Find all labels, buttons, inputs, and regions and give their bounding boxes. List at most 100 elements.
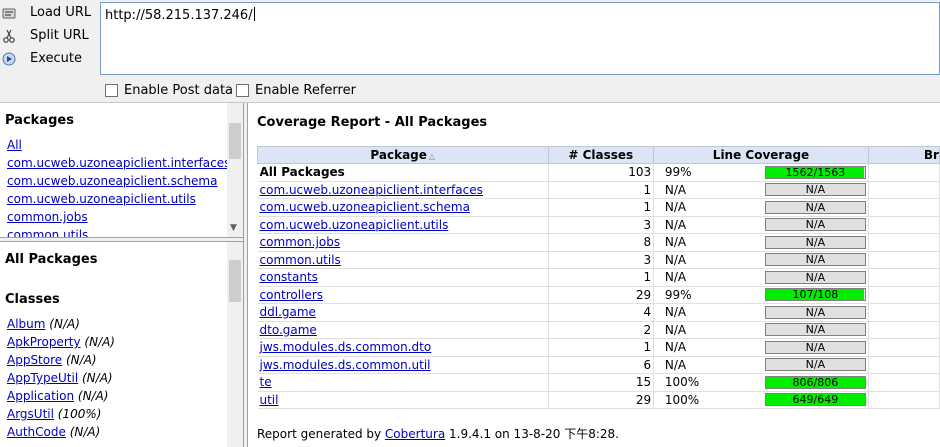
cobertura-link[interactable]: Cobertura bbox=[385, 427, 445, 441]
table-row: dto.game 2 N/A N/A bbox=[257, 321, 940, 339]
package-row-link[interactable]: common.jobs bbox=[260, 235, 341, 249]
branch-coverage-cell bbox=[868, 181, 940, 199]
package-row-link[interactable]: te bbox=[260, 375, 272, 389]
scroll-down-arrow-icon[interactable]: ▼ bbox=[230, 223, 237, 233]
enable-referrer-checkbox[interactable]: Enable Referrer bbox=[236, 83, 356, 98]
class-coverage: (N/A) bbox=[49, 317, 80, 331]
branch-coverage-cell bbox=[868, 373, 940, 392]
package-link[interactable]: com.ucweb.uzoneapiclient.interfaces bbox=[7, 156, 230, 170]
url-text: http://58.215.137.246/ bbox=[105, 8, 253, 23]
package-row-link[interactable]: constants bbox=[260, 270, 318, 284]
classes-cell: 29 bbox=[548, 391, 655, 409]
package-row-link[interactable]: jws.modules.ds.common.util bbox=[260, 358, 431, 372]
package-cell: jws.modules.ds.common.dto bbox=[257, 338, 549, 357]
package-row-link[interactable]: com.ucweb.uzoneapiclient.interfaces bbox=[260, 183, 483, 197]
class-link[interactable]: ArgsUtil bbox=[7, 407, 54, 421]
package-row-link[interactable]: common.utils bbox=[260, 253, 341, 267]
execute-button[interactable]: Execute bbox=[0, 48, 96, 70]
coverage-table-body: All Packages 103 99% 1562/1563 com.ucweb.uzo… bbox=[257, 163, 940, 409]
classes-cell: 3 bbox=[548, 251, 655, 269]
line-coverage-cell: N/A N/A bbox=[653, 251, 869, 269]
line-coverage-column-header[interactable]: Line Coverage bbox=[653, 146, 869, 164]
package-row-link[interactable]: controllers bbox=[260, 288, 324, 302]
package-cell: constants bbox=[257, 268, 549, 287]
coverage-percent: N/A bbox=[664, 270, 687, 285]
branch-coverage-cell bbox=[868, 233, 940, 252]
coverage-bar: N/A bbox=[764, 340, 866, 354]
load-url-icon bbox=[2, 8, 16, 19]
package-cell: dto.game bbox=[257, 321, 549, 339]
table-row: constants 1 N/A N/A bbox=[257, 268, 940, 287]
footer-prefix: Report generated by bbox=[257, 427, 385, 441]
hackbar-toolbar: Load URL Split URL Execute http://58.215… bbox=[0, 0, 940, 103]
packages-scrollbar[interactable]: ▼ bbox=[227, 103, 243, 237]
all-packages-title: All Packages bbox=[5, 252, 98, 267]
package-link[interactable]: com.ucweb.uzoneapiclient.utils bbox=[7, 192, 196, 206]
coverage-bar: 649/649 bbox=[764, 393, 866, 407]
classes-cell: 2 bbox=[548, 321, 655, 339]
enable-referrer-label: Enable Referrer bbox=[255, 83, 356, 98]
package-link[interactable]: com.ucweb.uzoneapiclient.schema bbox=[7, 174, 217, 188]
branch-coverage-cell bbox=[868, 303, 940, 322]
class-item: ArgsUtil (100%) bbox=[7, 407, 101, 421]
split-url-button[interactable]: Split URL bbox=[0, 25, 96, 47]
coverage-bar-text: N/A bbox=[805, 340, 826, 354]
package-column-header[interactable]: Package △ bbox=[257, 146, 549, 164]
class-item: ApkProperty (N/A) bbox=[7, 335, 115, 349]
package-row-link[interactable]: com.ucweb.uzoneapiclient.utils bbox=[260, 218, 449, 232]
coverage-bar: N/A bbox=[764, 270, 866, 284]
class-coverage: (N/A) bbox=[82, 371, 113, 385]
package-row-link[interactable]: ddl.game bbox=[260, 305, 316, 319]
play-icon bbox=[2, 52, 16, 66]
line-coverage-cell: N/A N/A bbox=[653, 233, 869, 252]
classes-cell: 6 bbox=[548, 356, 655, 374]
package-row-link[interactable]: dto.game bbox=[260, 323, 317, 337]
class-coverage: (N/A) bbox=[84, 335, 115, 349]
branch-coverage-column-header[interactable]: Br bbox=[867, 146, 940, 164]
classes-scrollbar[interactable] bbox=[227, 242, 243, 447]
class-link[interactable]: Application bbox=[7, 389, 74, 403]
classes-cell: 8 bbox=[548, 233, 655, 252]
classes-cell: 1 bbox=[548, 181, 655, 199]
checkbox-box[interactable] bbox=[236, 84, 249, 97]
class-link[interactable]: AppTypeUtil bbox=[7, 371, 78, 385]
coverage-percent: N/A bbox=[664, 322, 687, 337]
package-row-link[interactable]: util bbox=[260, 393, 279, 407]
package-cell: All Packages bbox=[257, 163, 549, 182]
coverage-bar-text: N/A bbox=[805, 305, 826, 319]
package-cell: common.jobs bbox=[257, 233, 549, 252]
classes-column-header[interactable]: # Classes bbox=[547, 146, 655, 164]
package-link[interactable]: All bbox=[7, 138, 22, 152]
package-cell: util bbox=[257, 391, 549, 409]
package-row-link[interactable]: com.ucweb.uzoneapiclient.schema bbox=[260, 200, 470, 214]
table-row: com.ucweb.uzoneapiclient.utils 3 N/A N/A bbox=[257, 216, 940, 234]
package-cell: te bbox=[257, 373, 549, 392]
enable-post-checkbox[interactable]: Enable Post data bbox=[105, 83, 233, 98]
coverage-bar: 1562/1563 bbox=[764, 165, 866, 179]
class-link[interactable]: ApkProperty bbox=[7, 335, 81, 349]
class-link[interactable]: AuthCode bbox=[7, 425, 66, 439]
package-row-link[interactable]: jws.modules.ds.common.dto bbox=[260, 340, 432, 354]
line-coverage-cell: 100% 806/806 bbox=[653, 373, 869, 392]
class-item: AppTypeUtil (N/A) bbox=[7, 371, 113, 385]
coverage-percent: N/A bbox=[664, 340, 687, 355]
checkbox-box[interactable] bbox=[105, 84, 118, 97]
package-link[interactable]: common.jobs bbox=[7, 210, 88, 224]
table-row: util 29 100% 649/649 bbox=[257, 391, 940, 409]
class-item: Application (N/A) bbox=[7, 389, 108, 403]
scrollbar-thumb[interactable] bbox=[229, 123, 241, 159]
url-input[interactable]: http://58.215.137.246/ bbox=[100, 2, 940, 75]
scrollbar-thumb[interactable] bbox=[229, 260, 241, 302]
coverage-percent: N/A bbox=[664, 217, 687, 232]
coverage-bar-text: N/A bbox=[805, 183, 826, 197]
class-link[interactable]: AppStore bbox=[7, 353, 62, 367]
package-cell: controllers bbox=[257, 286, 549, 304]
load-url-button[interactable]: Load URL bbox=[0, 2, 96, 24]
coverage-bar-text: N/A bbox=[805, 235, 826, 249]
branch-coverage-cell bbox=[868, 391, 940, 409]
package-link[interactable]: common.utils bbox=[7, 228, 88, 237]
classes-cell: 1 bbox=[548, 198, 655, 217]
class-link[interactable]: Album bbox=[7, 317, 45, 331]
classes-cell: 15 bbox=[548, 373, 655, 392]
class-coverage: (N/A) bbox=[69, 425, 101, 439]
